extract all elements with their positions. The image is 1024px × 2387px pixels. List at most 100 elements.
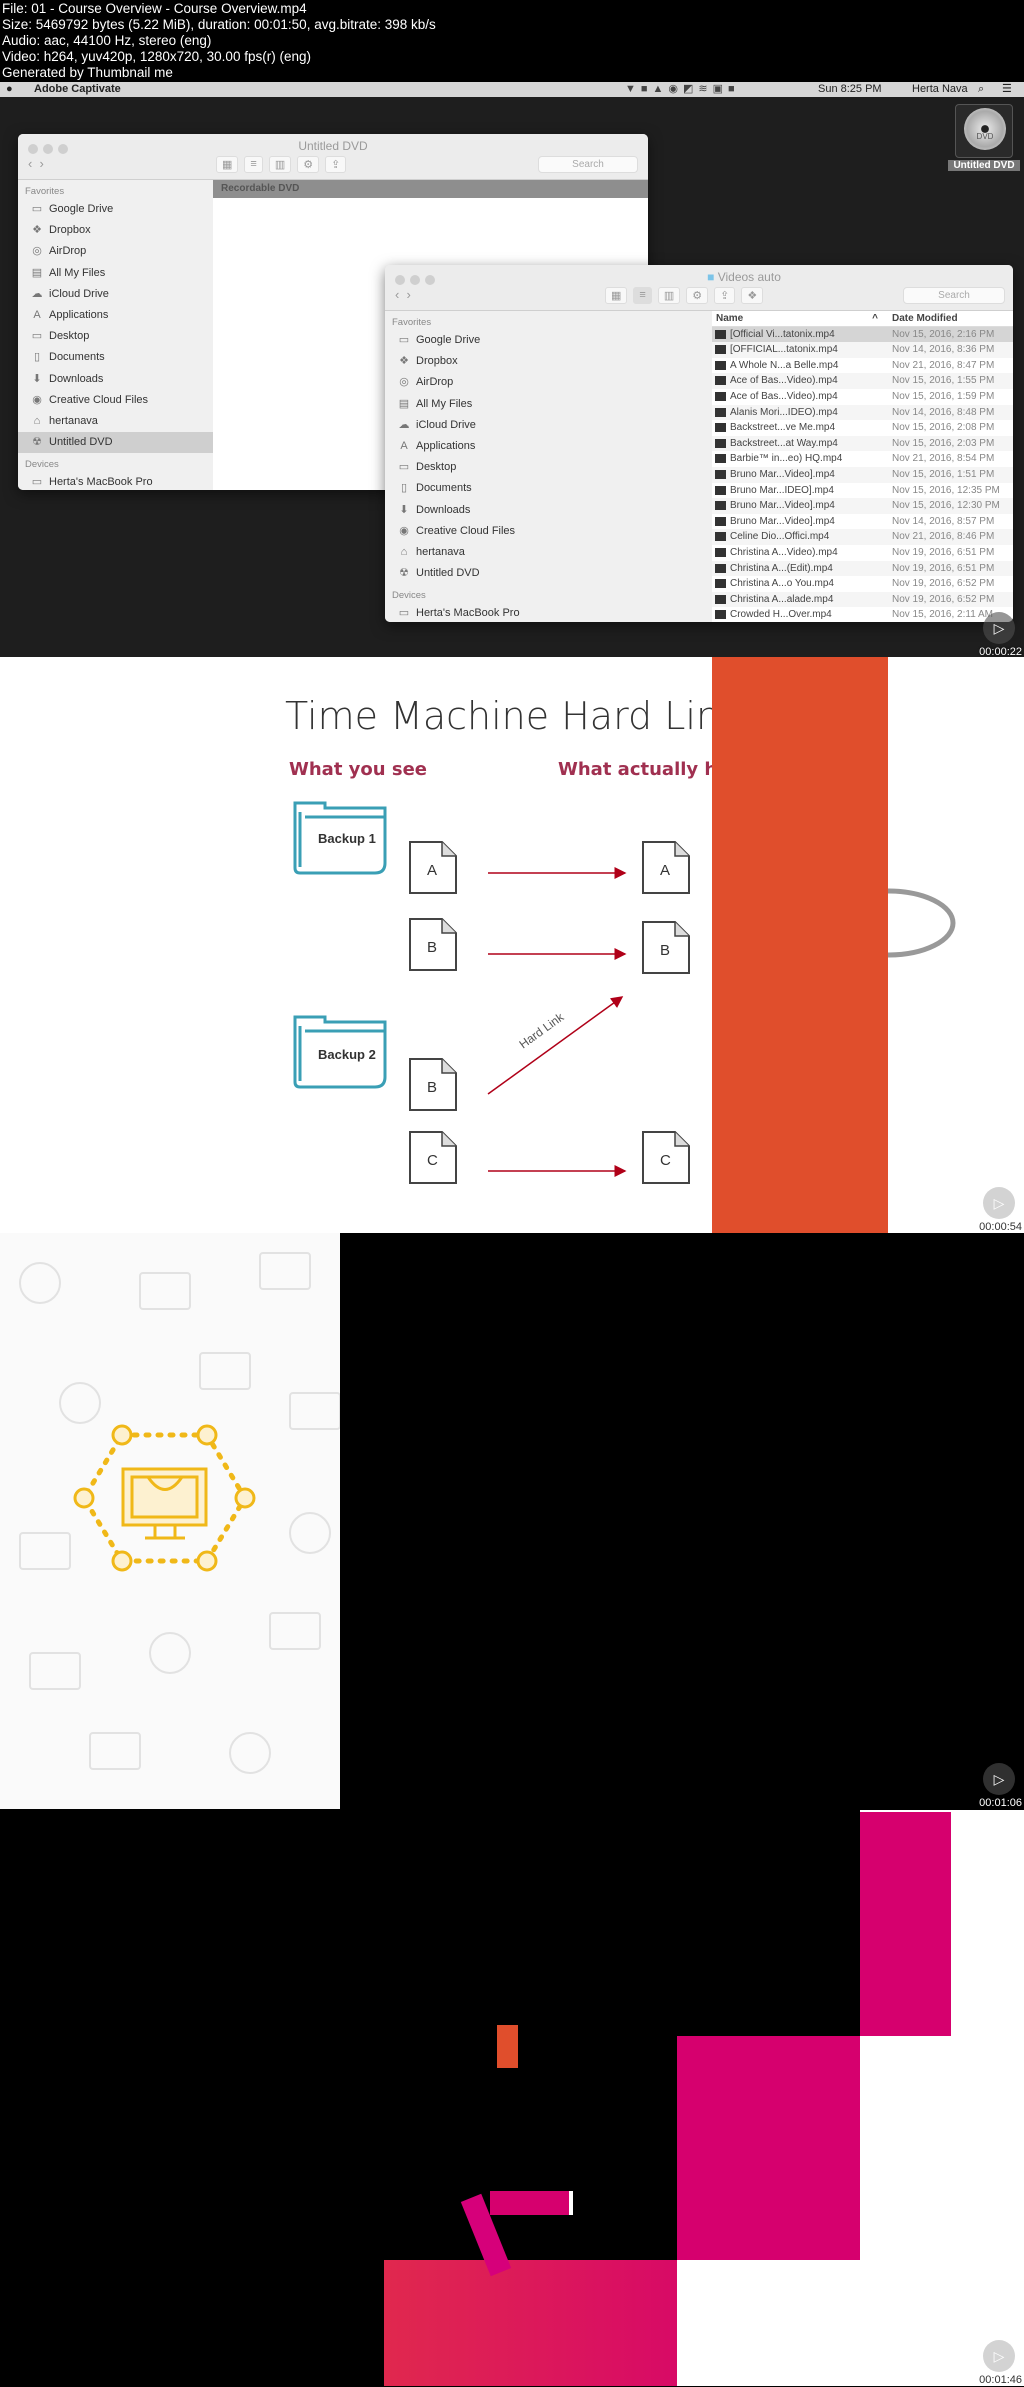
- play-icon[interactable]: ▷: [983, 1763, 1015, 1795]
- frame-1-finder: ● Adobe Captivate ▼■▲◉◩≋▣■ Sun 8:25 PM H…: [0, 82, 1024, 658]
- file-row[interactable]: Christina A...Video).mp4 Nov 19, 2016, 6:…: [712, 545, 1013, 561]
- file-row[interactable]: [OFFICIAL...tatonix.mp4 Nov 14, 2016, 8:3…: [712, 342, 1013, 358]
- play-icon[interactable]: ▷: [983, 2340, 1015, 2372]
- backup-1-label: Backup 1: [318, 831, 376, 846]
- file-row[interactable]: Bruno Mar...Video].mp4 Nov 14, 2016, 8:57…: [712, 514, 1013, 530]
- sidebar-icon: ▭: [398, 461, 410, 474]
- file-row[interactable]: A Whole N...a Belle.mp4 Nov 21, 2016, 8:4…: [712, 358, 1013, 374]
- icon-view-button[interactable]: ▦: [605, 287, 628, 304]
- sidebar-item-downloads[interactable]: ⬇ Downloads: [18, 369, 213, 390]
- spotlight-icon[interactable]: ⌕: [978, 82, 984, 97]
- sidebar-item-all-my-files[interactable]: ▤ All My Files: [18, 263, 213, 284]
- sidebar-item-applications[interactable]: A Applications: [385, 436, 712, 457]
- slide-title: Time Machine Hard Link: [285, 694, 742, 738]
- sidebar-item-device[interactable]: ▭ Herta's MacBook Pro: [18, 472, 213, 490]
- file-row[interactable]: Ace of Bas...Video).mp4 Nov 15, 2016, 1:5…: [712, 389, 1013, 405]
- dvd-desktop-icon[interactable]: DVD: [955, 104, 1013, 158]
- sidebar-item-icloud-drive[interactable]: ☁ iCloud Drive: [18, 284, 213, 305]
- column-header[interactable]: Name ^ Date Modified: [712, 311, 1013, 327]
- sidebar-icon: ▤: [31, 266, 43, 279]
- document-icon: B: [642, 921, 690, 974]
- list-view-button[interactable]: ≡: [244, 156, 263, 173]
- user-name[interactable]: Herta Nava: [912, 82, 968, 97]
- info-line: Video: h264, yuv420p, 1280x720, 30.00 fp…: [2, 49, 311, 64]
- file-row[interactable]: Christina A...(Edit).mp4 Nov 19, 2016, 6:…: [712, 560, 1013, 577]
- file-row[interactable]: Bruno Mar...Video].mp4 Nov 15, 2016, 12:3…: [712, 498, 1013, 514]
- sidebar-item-airdrop[interactable]: ◎ AirDrop: [18, 241, 213, 262]
- share-icon[interactable]: ⇪: [325, 156, 347, 173]
- file-row[interactable]: Crowded H...Over.mp4 Nov 15, 2016, 2:11 A…: [712, 607, 1013, 622]
- app-menu[interactable]: Adobe Captivate: [34, 82, 121, 97]
- file-row[interactable]: Ace of Bas...Video).mp4 Nov 15, 2016, 1:5…: [712, 373, 1013, 389]
- sidebar-item-dropbox[interactable]: ❖ Dropbox: [385, 351, 712, 372]
- file-row[interactable]: Backstreet...ve Me.mp4 Nov 15, 2016, 2:08…: [712, 420, 1013, 436]
- file-row[interactable]: Alanis Mori...IDEO).mp4 Nov 14, 2016, 8:4…: [712, 404, 1013, 421]
- file-name: Bruno Mar...Video].mp4: [712, 514, 882, 530]
- sidebar-item-hertanava[interactable]: ⌂ hertanava: [18, 411, 213, 432]
- sidebar-item-label: All My Files: [416, 397, 473, 410]
- sidebar-item-google-drive[interactable]: ▭ Google Drive: [18, 199, 213, 220]
- sidebar-item-device[interactable]: ▭ Herta's MacBook Pro: [385, 603, 712, 622]
- sidebar-item-all-my-files[interactable]: ▤ All My Files: [385, 394, 712, 415]
- name-column-header[interactable]: Name: [712, 311, 822, 326]
- sidebar-item-label: Applications: [49, 308, 109, 321]
- sort-arrow-icon[interactable]: ^: [822, 311, 882, 326]
- sidebar-item-creative-cloud-files[interactable]: ◉ Creative Cloud Files: [385, 521, 712, 542]
- sidebar-item-google-drive[interactable]: ▭ Google Drive: [385, 330, 712, 351]
- file-row[interactable]: Celine Dio...Offici.mp4 Nov 21, 2016, 8:4…: [712, 529, 1013, 545]
- file-row[interactable]: Christina A...alade.mp4 Nov 19, 2016, 6:5…: [712, 591, 1013, 608]
- sidebar-item-label: AirDrop: [49, 245, 87, 258]
- document-icon: B: [409, 1058, 457, 1111]
- file-row[interactable]: Barbie™ in...eo) HQ.mp4 Nov 21, 2016, 8:5…: [712, 451, 1013, 467]
- play-icon[interactable]: ▷: [983, 1187, 1015, 1219]
- sidebar-item-creative-cloud-files[interactable]: ◉ Creative Cloud Files: [18, 390, 213, 411]
- search-input[interactable]: Search: [903, 287, 1005, 304]
- file-name: A Whole N...a Belle.mp4: [712, 358, 882, 374]
- sidebar-item-label: Desktop: [416, 461, 457, 474]
- gear-icon[interactable]: ⚙: [297, 156, 320, 173]
- file-name: Christina A...o You.mp4: [712, 576, 882, 592]
- sidebar-item-downloads[interactable]: ⬇ Downloads: [385, 500, 712, 521]
- sidebar-item-desktop[interactable]: ▭ Desktop: [385, 457, 712, 478]
- file-row[interactable]: Bruno Mar...IDEO].mp4 Nov 15, 2016, 12:35…: [712, 483, 1013, 499]
- pink-block-bottom: [384, 2260, 677, 2386]
- sidebar-item-label: Downloads: [49, 372, 104, 385]
- file-row[interactable]: Backstreet...at Way.mp4 Nov 15, 2016, 2:0…: [712, 435, 1013, 452]
- toolbar[interactable]: ▦ ≡ ▥ ⚙ ⇪ ❖: [605, 287, 764, 304]
- sidebar-item-untitled-dvd[interactable]: ☢ Untitled DVD: [385, 563, 712, 584]
- notification-icon[interactable]: ☰: [1002, 82, 1012, 97]
- back-forward-buttons[interactable]: ‹ ›: [395, 287, 411, 302]
- date-column-header[interactable]: Date Modified: [882, 311, 958, 326]
- file-date: Nov 15, 2016, 1:59 PM: [892, 390, 995, 402]
- sidebar-item-icloud-drive[interactable]: ☁ iCloud Drive: [385, 415, 712, 436]
- list-view-button[interactable]: ≡: [633, 287, 652, 304]
- apple-icon[interactable]: ●: [6, 82, 13, 97]
- back-forward-buttons[interactable]: ‹ ›: [28, 156, 44, 171]
- timestamp: 00:01:46: [979, 2374, 1022, 2386]
- sidebar-item-hertanava[interactable]: ⌂ hertanava: [385, 542, 712, 563]
- sidebar-item-label: Applications: [416, 439, 476, 452]
- dvd-icon-label[interactable]: Untitled DVD: [948, 160, 1020, 171]
- sidebar-item-desktop[interactable]: ▭ Desktop: [18, 326, 213, 347]
- column-view-button[interactable]: ▥: [268, 156, 292, 173]
- sidebar-item-dropbox[interactable]: ❖ Dropbox: [18, 220, 213, 241]
- column-view-button[interactable]: ▥: [657, 287, 681, 304]
- menu-bar: ● Adobe Captivate ▼■▲◉◩≋▣■ Sun 8:25 PM H…: [0, 82, 1024, 97]
- file-row[interactable]: [Official Vi...tatonix.mp4 Nov 15, 2016, …: [712, 326, 1013, 343]
- sidebar-item-airdrop[interactable]: ◎ AirDrop: [385, 372, 712, 393]
- sidebar-item-applications[interactable]: A Applications: [18, 305, 213, 326]
- play-icon[interactable]: ▷: [983, 612, 1015, 644]
- icon-view-button[interactable]: ▦: [216, 156, 239, 173]
- gear-icon[interactable]: ⚙: [686, 287, 709, 304]
- sidebar-item-documents[interactable]: ▯ Documents: [18, 347, 213, 368]
- sidebar-item-untitled-dvd[interactable]: ☢ Untitled DVD: [18, 432, 213, 454]
- clock[interactable]: Sun 8:25 PM: [818, 82, 882, 97]
- share-icon[interactable]: ⇪: [714, 287, 736, 304]
- file-row[interactable]: Bruno Mar...Video].mp4 Nov 15, 2016, 1:51…: [712, 466, 1013, 483]
- dropbox-icon[interactable]: ❖: [741, 287, 764, 304]
- toolbar[interactable]: ▦ ≡ ▥ ⚙ ⇪: [216, 156, 347, 173]
- sidebar-item-documents[interactable]: ▯ Documents: [385, 478, 712, 499]
- status-icons[interactable]: ▼■▲◉◩≋▣■: [625, 82, 740, 97]
- search-input[interactable]: Search: [538, 156, 638, 173]
- file-row[interactable]: Christina A...o You.mp4 Nov 19, 2016, 6:5…: [712, 576, 1013, 592]
